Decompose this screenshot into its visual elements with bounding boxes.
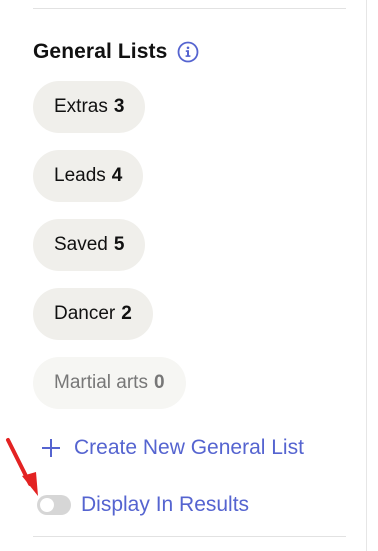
list-chip-count: 5 — [113, 234, 125, 255]
list-chip-name: Saved — [54, 234, 108, 255]
list-chip-name: Extras — [54, 96, 108, 117]
display-in-results-row: Display In Results — [37, 493, 249, 517]
red-arrow-icon — [6, 438, 38, 496]
create-new-list-label: Create New General List — [74, 436, 304, 459]
list-chip-saved[interactable]: Saved 5 — [33, 219, 146, 271]
section-header: General Lists — [33, 40, 199, 64]
list-chip-count: 2 — [121, 303, 132, 324]
list-chip-count: 0 — [153, 372, 165, 393]
top-divider — [33, 8, 346, 9]
list-chip-martial-arts[interactable]: Martial arts 0 — [33, 357, 186, 409]
display-in-results-label[interactable]: Display In Results — [81, 493, 249, 517]
section-title: General Lists — [33, 40, 168, 63]
list-chip-name: Leads — [54, 165, 106, 186]
bottom-divider — [33, 536, 346, 537]
list-chip-count: 4 — [111, 165, 123, 186]
info-icon[interactable] — [177, 41, 199, 63]
general-lists-panel: General Lists Extras 3 Leads 4 Saved 5 D… — [0, 0, 367, 551]
create-new-list-button[interactable]: Create New General List — [40, 436, 304, 460]
list-chip-leads[interactable]: Leads 4 — [33, 150, 144, 202]
list-chip-extras[interactable]: Extras 3 — [33, 81, 146, 133]
list-chip-dancer[interactable]: Dancer 2 — [33, 288, 153, 340]
list-chip-count: 3 — [113, 96, 125, 117]
list-chip-name: Martial arts — [54, 372, 148, 393]
list-chip-name: Dancer — [54, 303, 116, 324]
